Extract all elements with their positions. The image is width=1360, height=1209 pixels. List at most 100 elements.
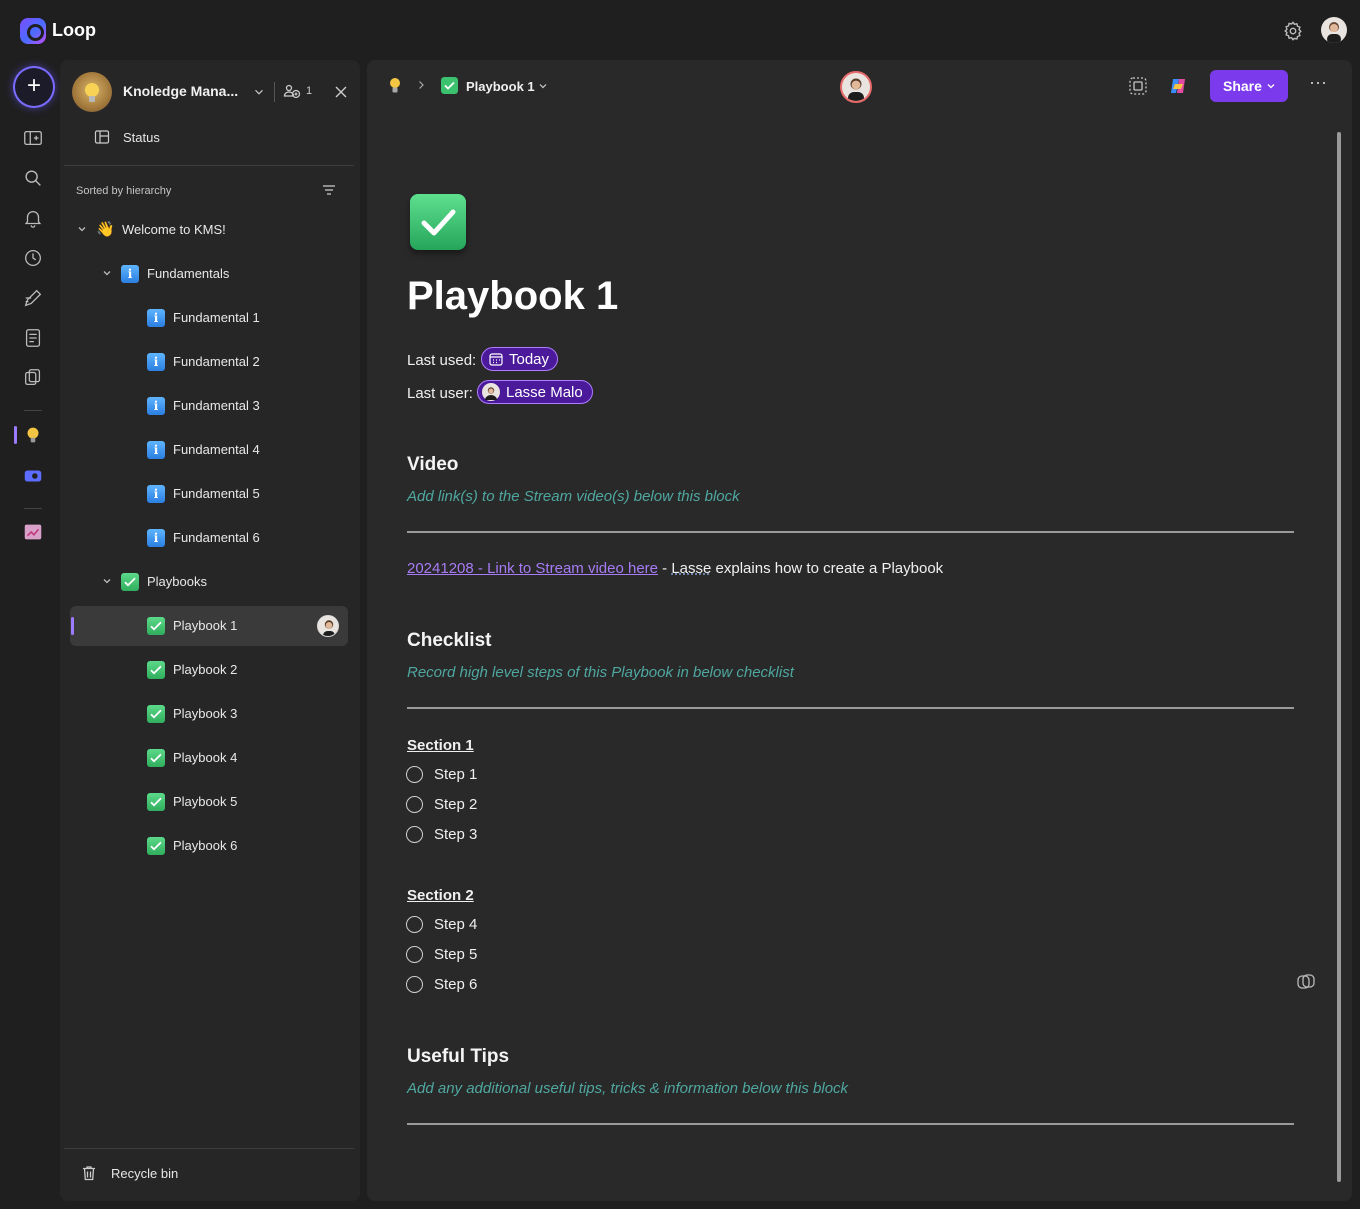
collaborator-avatar bbox=[317, 615, 339, 637]
tree-item[interactable]: i Fundamental 4 bbox=[70, 430, 348, 470]
tree-item-label: Playbook 4 bbox=[173, 750, 238, 765]
recent-clock-icon[interactable] bbox=[22, 247, 44, 269]
checklist-heading[interactable]: Checklist bbox=[407, 630, 491, 652]
useful-tips-hint[interactable]: Add any additional useful tips, tricks &… bbox=[407, 1080, 848, 1097]
tree-item[interactable]: i Fundamental 1 bbox=[70, 298, 348, 338]
loop-workspace-icon[interactable] bbox=[22, 465, 44, 487]
checklist-hint[interactable]: Record high level steps of this Playbook… bbox=[407, 664, 794, 681]
checklist-item-label: Step 4 bbox=[434, 916, 478, 933]
checkbox-circle[interactable] bbox=[406, 766, 423, 783]
info-icon: i bbox=[147, 397, 165, 415]
checkbox-circle[interactable] bbox=[406, 946, 423, 963]
video-heading[interactable]: Video bbox=[407, 454, 458, 476]
video-link-paragraph[interactable]: 20241208 - Link to Stream video here - L… bbox=[407, 560, 943, 577]
user-avatar[interactable] bbox=[1321, 17, 1347, 43]
tree-item[interactable]: Playbook 2 bbox=[70, 650, 348, 690]
notifications-bell-icon[interactable] bbox=[22, 207, 44, 229]
components-icon[interactable] bbox=[22, 367, 44, 389]
collaborator-presence-avatar[interactable] bbox=[840, 71, 872, 103]
loop-logo-icon bbox=[20, 18, 46, 44]
search-icon[interactable] bbox=[22, 167, 44, 189]
person-pill[interactable]: Lasse Malo bbox=[477, 380, 593, 404]
page-checkmark-icon[interactable] bbox=[410, 194, 466, 250]
trash-icon bbox=[83, 1166, 95, 1181]
tree-item[interactable]: i Fundamental 6 bbox=[70, 518, 348, 558]
tree-item-label: Fundamental 5 bbox=[173, 486, 260, 501]
ideas-pen-icon[interactable] bbox=[22, 287, 44, 309]
divider-line bbox=[407, 1123, 1294, 1125]
scroll-thumb[interactable] bbox=[1337, 132, 1341, 1182]
members-icon[interactable] bbox=[282, 82, 302, 102]
share-button[interactable]: Share bbox=[1210, 70, 1288, 102]
checkmark-icon bbox=[147, 617, 165, 635]
more-options-button[interactable]: ··· bbox=[1307, 73, 1329, 96]
last-used-label: Last used: bbox=[407, 352, 477, 369]
chevron-down-icon[interactable] bbox=[252, 85, 266, 99]
create-new-button[interactable]: + bbox=[15, 68, 53, 106]
workspaces-icon[interactable] bbox=[22, 127, 44, 149]
checklist-item-label: Step 2 bbox=[434, 796, 478, 813]
page-title[interactable]: Playbook 1 bbox=[407, 274, 618, 319]
page-scrollbar[interactable] bbox=[1336, 118, 1342, 1186]
workspace-lightbulb-icon[interactable] bbox=[72, 72, 112, 112]
useful-tips-heading[interactable]: Useful Tips bbox=[407, 1046, 509, 1068]
tree-item[interactable]: Playbook 4 bbox=[70, 738, 348, 778]
app-name: Loop bbox=[52, 20, 96, 40]
tree-item[interactable]: i Fundamentals bbox=[70, 254, 348, 294]
tree-item[interactable]: Playbook 3 bbox=[70, 694, 348, 734]
chevron-down-icon[interactable] bbox=[538, 81, 548, 91]
workspace-name[interactable]: Knoledge Mana... bbox=[123, 83, 238, 99]
video-hint[interactable]: Add link(s) to the Stream video(s) below… bbox=[407, 488, 740, 505]
copilot-floating-icon[interactable] bbox=[1296, 972, 1316, 992]
waving-hand-icon: 👋 bbox=[96, 221, 115, 238]
breadcrumb-page-title[interactable]: Playbook 1 bbox=[466, 79, 535, 94]
tree-item-label: Playbook 5 bbox=[173, 794, 238, 809]
checklist-item-label: Step 1 bbox=[434, 766, 478, 783]
stream-video-link[interactable]: 20241208 - Link to Stream video here bbox=[407, 560, 658, 577]
checkbox-circle[interactable] bbox=[406, 826, 423, 843]
calendar-icon bbox=[489, 353, 503, 366]
share-label: Share bbox=[1223, 78, 1262, 94]
rail-active-indicator bbox=[14, 426, 17, 444]
tree-item[interactable]: i Fundamental 2 bbox=[70, 342, 348, 382]
copilot-icon[interactable] bbox=[1167, 75, 1189, 97]
checkbox-circle[interactable] bbox=[406, 796, 423, 813]
lasso-select-icon[interactable] bbox=[1127, 75, 1149, 97]
tree-item[interactable]: Playbook 6 bbox=[70, 826, 348, 866]
tree-item[interactable]: Playbook 1 bbox=[70, 606, 348, 646]
tree-item-label: Welcome to KMS! bbox=[122, 222, 226, 237]
breadcrumb-workspace-lightbulb-icon[interactable] bbox=[387, 76, 403, 96]
sort-label: Sorted by hierarchy bbox=[76, 185, 172, 197]
settings-gear-icon[interactable] bbox=[1282, 20, 1304, 42]
breadcrumb-chevron-right-icon bbox=[419, 81, 424, 89]
tree-item[interactable]: Playbook 5 bbox=[70, 782, 348, 822]
tree-item-label: Playbook 6 bbox=[173, 838, 238, 853]
notes-icon[interactable] bbox=[22, 327, 44, 349]
expand-chevron-down-icon[interactable] bbox=[76, 223, 88, 235]
expand-chevron-down-icon[interactable] bbox=[101, 575, 113, 587]
tree-item[interactable]: Playbooks bbox=[70, 562, 348, 602]
workspace-lightbulb-icon[interactable] bbox=[22, 424, 44, 446]
tree-item[interactable]: 👋 Welcome to KMS! bbox=[70, 210, 348, 250]
analytics-chart-icon[interactable] bbox=[22, 521, 44, 543]
filter-sort-icon[interactable] bbox=[322, 183, 336, 197]
tree-item-label: Playbooks bbox=[147, 574, 207, 589]
tree-item-label: Playbook 1 bbox=[173, 618, 238, 633]
workspace-sidebar: Knoledge Mana... 1 Status Sorted by hier… bbox=[60, 60, 360, 1201]
date-pill-today[interactable]: Today bbox=[481, 347, 558, 371]
checkbox-circle[interactable] bbox=[406, 976, 423, 993]
workspace-header: Knoledge Mana... 1 bbox=[72, 72, 352, 112]
members-count: 1 bbox=[306, 85, 313, 97]
checkbox-circle[interactable] bbox=[406, 916, 423, 933]
tree-item[interactable]: i Fundamental 5 bbox=[70, 474, 348, 514]
section-title[interactable]: Section 2 bbox=[407, 887, 474, 904]
expand-chevron-down-icon[interactable] bbox=[101, 267, 113, 279]
checkmark-icon bbox=[121, 573, 139, 591]
sidebar-divider bbox=[64, 165, 354, 166]
tree-item[interactable]: i Fundamental 3 bbox=[70, 386, 348, 426]
recycle-bin-label: Recycle bin bbox=[111, 1166, 179, 1181]
close-icon[interactable] bbox=[332, 83, 350, 101]
section-title[interactable]: Section 1 bbox=[407, 737, 474, 754]
status-label: Status bbox=[123, 130, 160, 145]
chevron-down-icon bbox=[1267, 84, 1275, 89]
